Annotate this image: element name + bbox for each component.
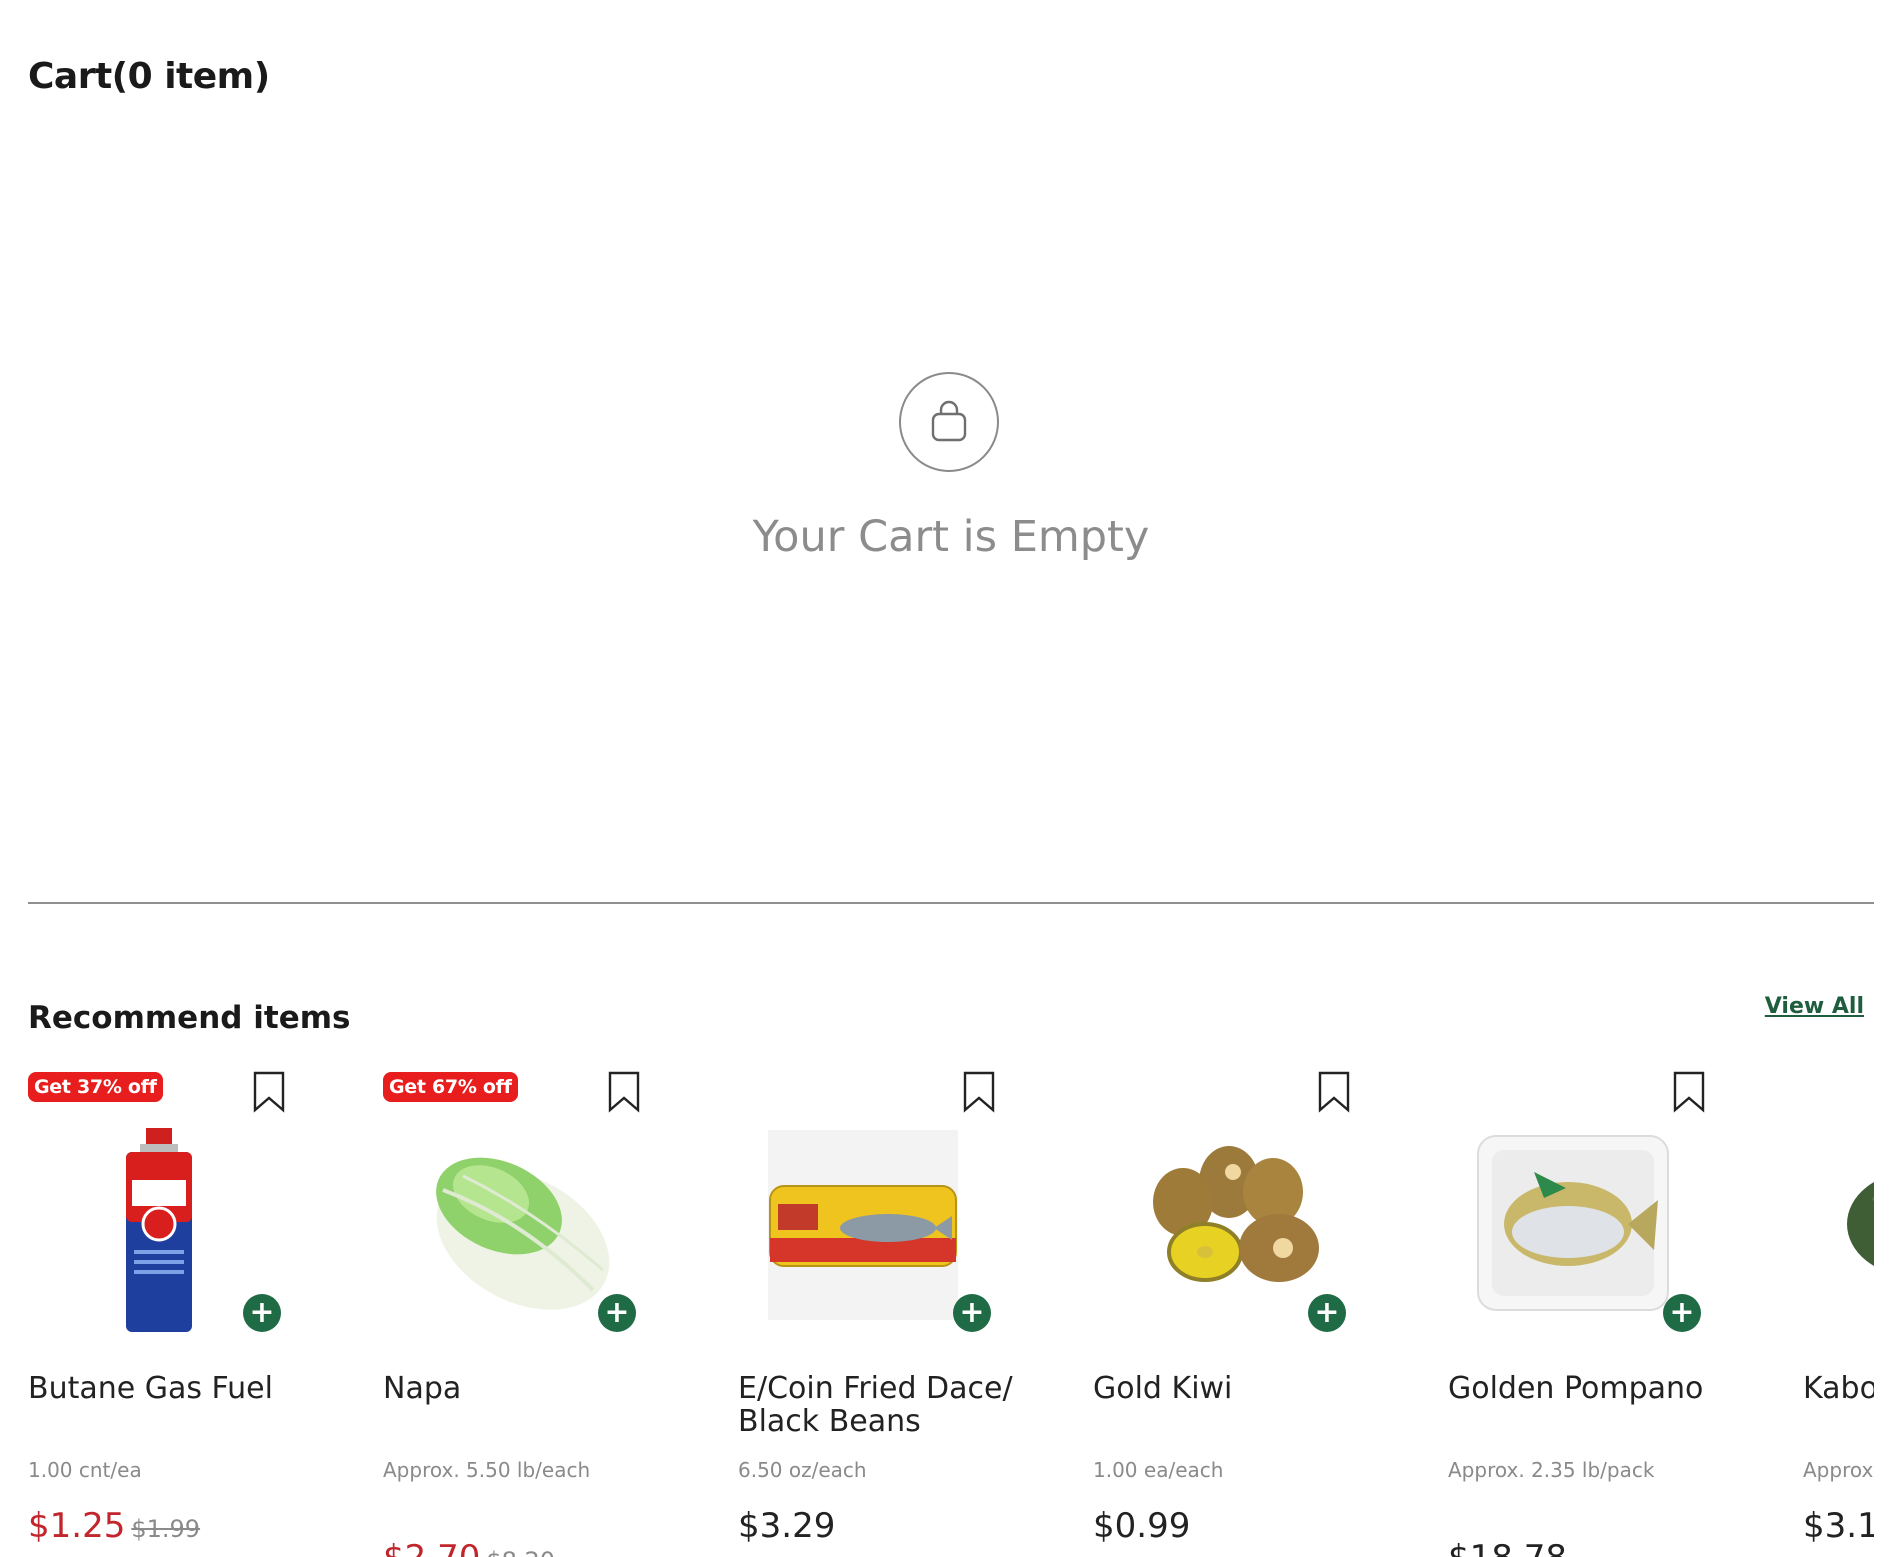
bookmark-icon[interactable] (1317, 1070, 1351, 1114)
product-price: $3.29 (738, 1506, 836, 1546)
recommend-title: Recommend items (28, 1000, 351, 1036)
section-divider (28, 902, 1874, 904)
product-name[interactable]: Napa (383, 1372, 673, 1405)
discount-badge: Get 67% off (383, 1072, 518, 1102)
discount-badge: Get 37% off (28, 1072, 163, 1102)
original-price: $1.99 (131, 1515, 201, 1543)
product-card[interactable]: Kaboc Approx. 4 $3.16 (1803, 1064, 1874, 1557)
bookmark-icon[interactable] (962, 1070, 996, 1114)
add-to-cart-button[interactable]: + (953, 1294, 991, 1332)
product-unit: 1.00 ea/each (1093, 1458, 1224, 1482)
sale-price: $2.70 (383, 1538, 480, 1557)
product-unit: Approx. 5.50 lb/each (383, 1458, 591, 1482)
product-price: $2.70 $8.20 (383, 1538, 555, 1557)
cart-page: Cart(0 item) Your Cart is Empty Recommen… (28, 0, 1874, 1557)
bookmark-icon[interactable] (1672, 1070, 1706, 1114)
empty-cart-state: Your Cart is Empty (28, 372, 1874, 592)
product-card[interactable]: Get 67% off + Napa Approx. 5.50 lb/each … (383, 1064, 653, 1557)
shopping-bag-icon (899, 372, 999, 472)
add-to-cart-button[interactable]: + (598, 1294, 636, 1332)
add-to-cart-button[interactable]: + (243, 1294, 281, 1332)
product-card[interactable]: + Golden Pompano Approx. 2.35 lb/pack $1… (1448, 1064, 1718, 1557)
add-to-cart-button[interactable]: + (1308, 1294, 1346, 1332)
add-to-cart-button[interactable]: + (1663, 1294, 1701, 1332)
product-name[interactable]: Butane Gas Fuel (28, 1372, 318, 1405)
empty-cart-message: Your Cart is Empty (752, 512, 1150, 562)
product-card[interactable]: + Gold Kiwi 1.00 ea/each $0.99 (1093, 1064, 1363, 1557)
recommend-rail: Get 37% off + Butane Gas Fuel 1.00 cnt/e… (28, 1064, 1874, 1557)
product-unit: 6.50 oz/each (738, 1458, 867, 1482)
cart-title: Cart(0 item) (28, 56, 270, 97)
product-unit: Approx. 4 (1803, 1458, 1874, 1482)
original-price: $8.20 (486, 1547, 555, 1557)
product-unit: Approx. 2.35 lb/pack (1448, 1458, 1655, 1482)
product-price: $0.99 (1093, 1506, 1191, 1546)
product-card[interactable]: + E/Coin Fried Dace/ Black Beans 6.50 oz… (738, 1064, 1013, 1557)
kabocha-squash-image (1847, 1182, 1874, 1266)
product-card[interactable]: Get 37% off + Butane Gas Fuel 1.00 cnt/e… (28, 1064, 298, 1557)
view-all-link[interactable]: View All (1765, 994, 1864, 1019)
bookmark-icon[interactable] (607, 1070, 641, 1114)
product-unit: 1.00 cnt/ea (28, 1458, 142, 1482)
product-name[interactable]: Gold Kiwi (1093, 1372, 1383, 1405)
product-name[interactable]: Kaboc (1803, 1372, 1874, 1405)
product-name[interactable]: E/Coin Fried Dace/ Black Beans (738, 1372, 1028, 1438)
bookmark-icon[interactable] (252, 1070, 286, 1114)
product-price: $1.25 $1.99 (28, 1506, 200, 1546)
product-price: $3.16 (1803, 1506, 1874, 1546)
sale-price: $1.25 (28, 1506, 126, 1546)
product-price: $18.78 (1448, 1538, 1567, 1557)
product-name[interactable]: Golden Pompano (1448, 1372, 1738, 1405)
